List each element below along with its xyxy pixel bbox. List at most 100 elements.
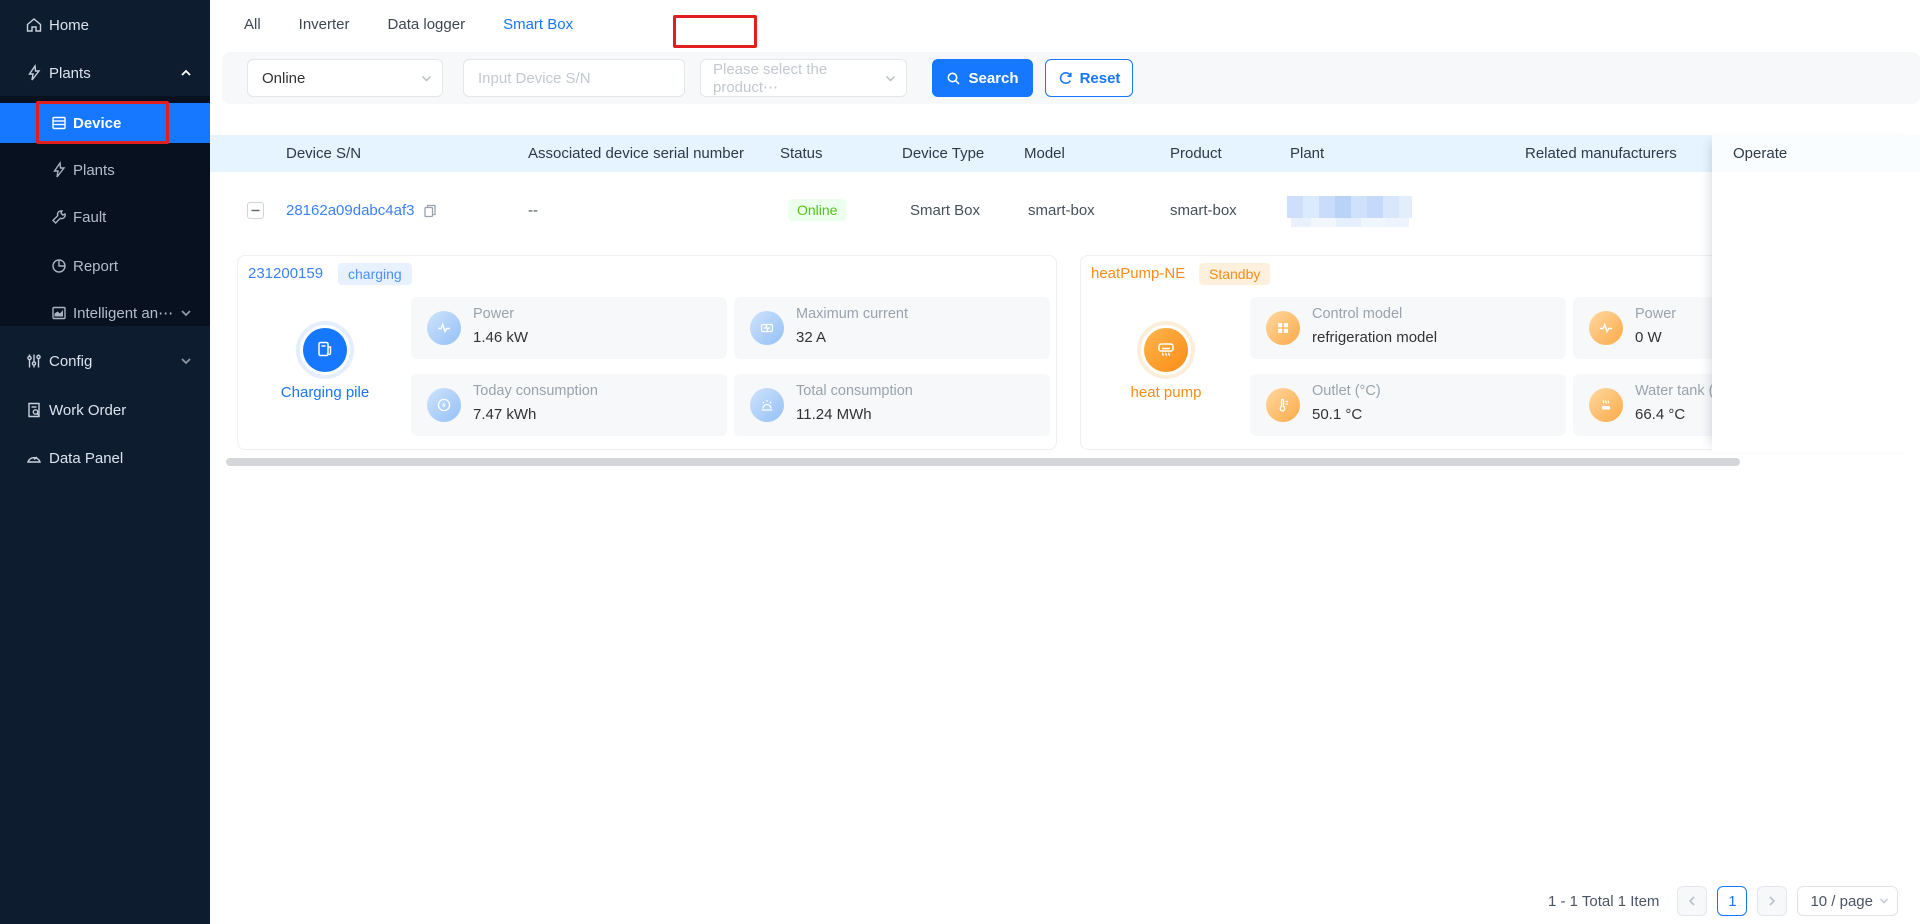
pagination: 1 - 1 Total 1 Item 1 10 / page [210, 878, 1920, 924]
plants-icon [50, 161, 68, 179]
status-select-value: Online [262, 70, 305, 87]
sidebar-item-label: Data Panel [49, 450, 123, 467]
horizontal-scrollbar[interactable] [226, 458, 1740, 466]
table-row: 28162a09dabc4af3 -- Online Smart Box sma… [210, 172, 1920, 248]
stat-label: Power [473, 306, 514, 322]
stat-label: Outlet (°C) [1312, 383, 1381, 399]
column-associated-sn: Associated device serial number [528, 135, 744, 172]
sidebar-item-label: Home [49, 17, 89, 34]
power-icon [1589, 311, 1623, 345]
product-select-placeholder: Please select the product⋯ [713, 61, 894, 96]
subdevice-card-charging-pile: 231200159 charging Charging pile Power 1… [237, 255, 1057, 450]
tab-smart-box[interactable]: Smart Box [503, 16, 573, 33]
outlet-temp-icon [1266, 388, 1300, 422]
sidebar-item-label: Work Order [49, 402, 126, 419]
subdevice-status-badge: Standby [1199, 263, 1270, 285]
reset-icon [1058, 71, 1073, 86]
sidebar-item-data-panel[interactable]: Data Panel [0, 438, 210, 478]
subdevice-sn-link[interactable]: heatPump-NE [1091, 265, 1185, 282]
column-product: Product [1170, 135, 1222, 172]
previous-page-button[interactable] [1677, 886, 1707, 916]
sidebar-item-label: Plants [73, 162, 115, 179]
tab-inverter[interactable]: Inverter [299, 16, 350, 33]
status-badge: Online [788, 199, 846, 221]
chevron-down-icon [421, 73, 432, 84]
next-page-button[interactable] [1757, 886, 1787, 916]
sidebar-item-device[interactable]: Device [0, 103, 210, 143]
power-icon [427, 311, 461, 345]
sidebar-item-plants-sub[interactable]: Plants [0, 150, 210, 190]
device-management-page: Home Plants Device Plants Fault Report I… [0, 0, 1920, 924]
sidebar-item-report[interactable]: Report [0, 246, 210, 286]
status-select[interactable]: Online [247, 59, 443, 97]
chevron-down-icon [1879, 896, 1889, 906]
data-panel-icon [25, 449, 43, 467]
chevron-down-icon [885, 73, 896, 84]
sidebar-item-label: Intelligent an⋯ [73, 304, 173, 322]
stat-tile-today-consumption: Today consumption 7.47 kWh [411, 374, 727, 436]
control-model-icon [1266, 311, 1300, 345]
page-size-value: 10 / page [1810, 893, 1873, 910]
column-related-manufacturers: Related manufacturers [1525, 135, 1677, 172]
device-sn-input-wrapper [463, 59, 685, 97]
column-device-type: Device Type [902, 135, 984, 172]
stat-value: 50.1 °C [1312, 406, 1362, 423]
device-sn-input[interactable] [464, 60, 684, 96]
stat-value: 1.46 kW [473, 329, 528, 346]
page-size-select[interactable]: 10 / page [1797, 886, 1898, 916]
intelligent-analysis-icon [50, 304, 68, 322]
chevron-down-icon [180, 307, 192, 319]
sidebar-item-plants[interactable]: Plants [0, 53, 210, 93]
subdevice-sn-link[interactable]: 231200159 [248, 265, 323, 282]
stat-tile-control-model: Control model refrigeration model [1250, 297, 1566, 359]
tab-all[interactable]: All [244, 16, 261, 33]
column-plant: Plant [1290, 135, 1324, 172]
heat-pump-icon [1144, 328, 1188, 372]
device-type-tabs: All Inverter Data logger Smart Box [244, 0, 573, 48]
sidebar: Home Plants Device Plants Fault Report I… [0, 0, 210, 924]
tab-data-logger[interactable]: Data logger [388, 16, 466, 33]
sidebar-item-config[interactable]: Config [0, 341, 210, 381]
stat-value: 7.47 kWh [473, 406, 536, 423]
water-tank-icon [1589, 388, 1623, 422]
stat-value: 32 A [796, 329, 826, 346]
stat-label: Control model [1312, 306, 1402, 322]
stat-label: Today consumption [473, 383, 598, 399]
plants-icon [25, 64, 43, 82]
sidebar-item-work-order[interactable]: Work Order [0, 390, 210, 430]
home-icon [25, 16, 43, 34]
search-button[interactable]: Search [932, 59, 1033, 97]
sidebar-item-label: Plants [49, 65, 91, 82]
sidebar-item-label: Report [73, 258, 118, 275]
stat-label: Maximum current [796, 306, 908, 322]
chevron-down-icon [180, 355, 192, 367]
reset-button[interactable]: Reset [1045, 59, 1133, 97]
stat-tile-outlet-temperature: Outlet (°C) 50.1 °C [1250, 374, 1566, 436]
pagination-total: 1 - 1 Total 1 Item [1548, 893, 1659, 910]
device-icon [50, 114, 68, 132]
stat-tile-total-consumption: Total consumption 11.24 MWh [734, 374, 1050, 436]
today-consumption-icon [427, 388, 461, 422]
collapse-row-button[interactable] [247, 202, 264, 219]
stat-value: 0 W [1635, 329, 1662, 346]
stat-tile-maximum-current: Maximum current 32 A [734, 297, 1050, 359]
sidebar-item-home[interactable]: Home [0, 5, 210, 45]
sidebar-item-intelligent-analysis[interactable]: Intelligent an⋯ [0, 293, 210, 333]
stat-tile-power: Power 1.46 kW [411, 297, 727, 359]
operate-column: Operate [1712, 135, 1920, 452]
column-model: Model [1024, 135, 1065, 172]
stat-value: 11.24 MWh [796, 406, 872, 423]
product-select[interactable]: Please select the product⋯ [700, 59, 907, 97]
sidebar-item-fault[interactable]: Fault [0, 197, 210, 237]
cell-plant-redacted-smear [1291, 218, 1409, 227]
cell-associated-sn: -- [528, 172, 538, 248]
copy-icon[interactable] [422, 203, 436, 218]
subdevice-status-badge: charging [338, 263, 412, 285]
stat-label: Total consumption [796, 383, 913, 399]
device-sn-link[interactable]: 28162a09dabc4af3 [286, 202, 414, 219]
config-icon [25, 352, 43, 370]
stat-value: refrigeration model [1312, 329, 1437, 346]
page-number-button[interactable]: 1 [1717, 886, 1747, 916]
table-header: Device S/N Associated device serial numb… [210, 135, 1920, 172]
stat-label: Power [1635, 306, 1676, 322]
